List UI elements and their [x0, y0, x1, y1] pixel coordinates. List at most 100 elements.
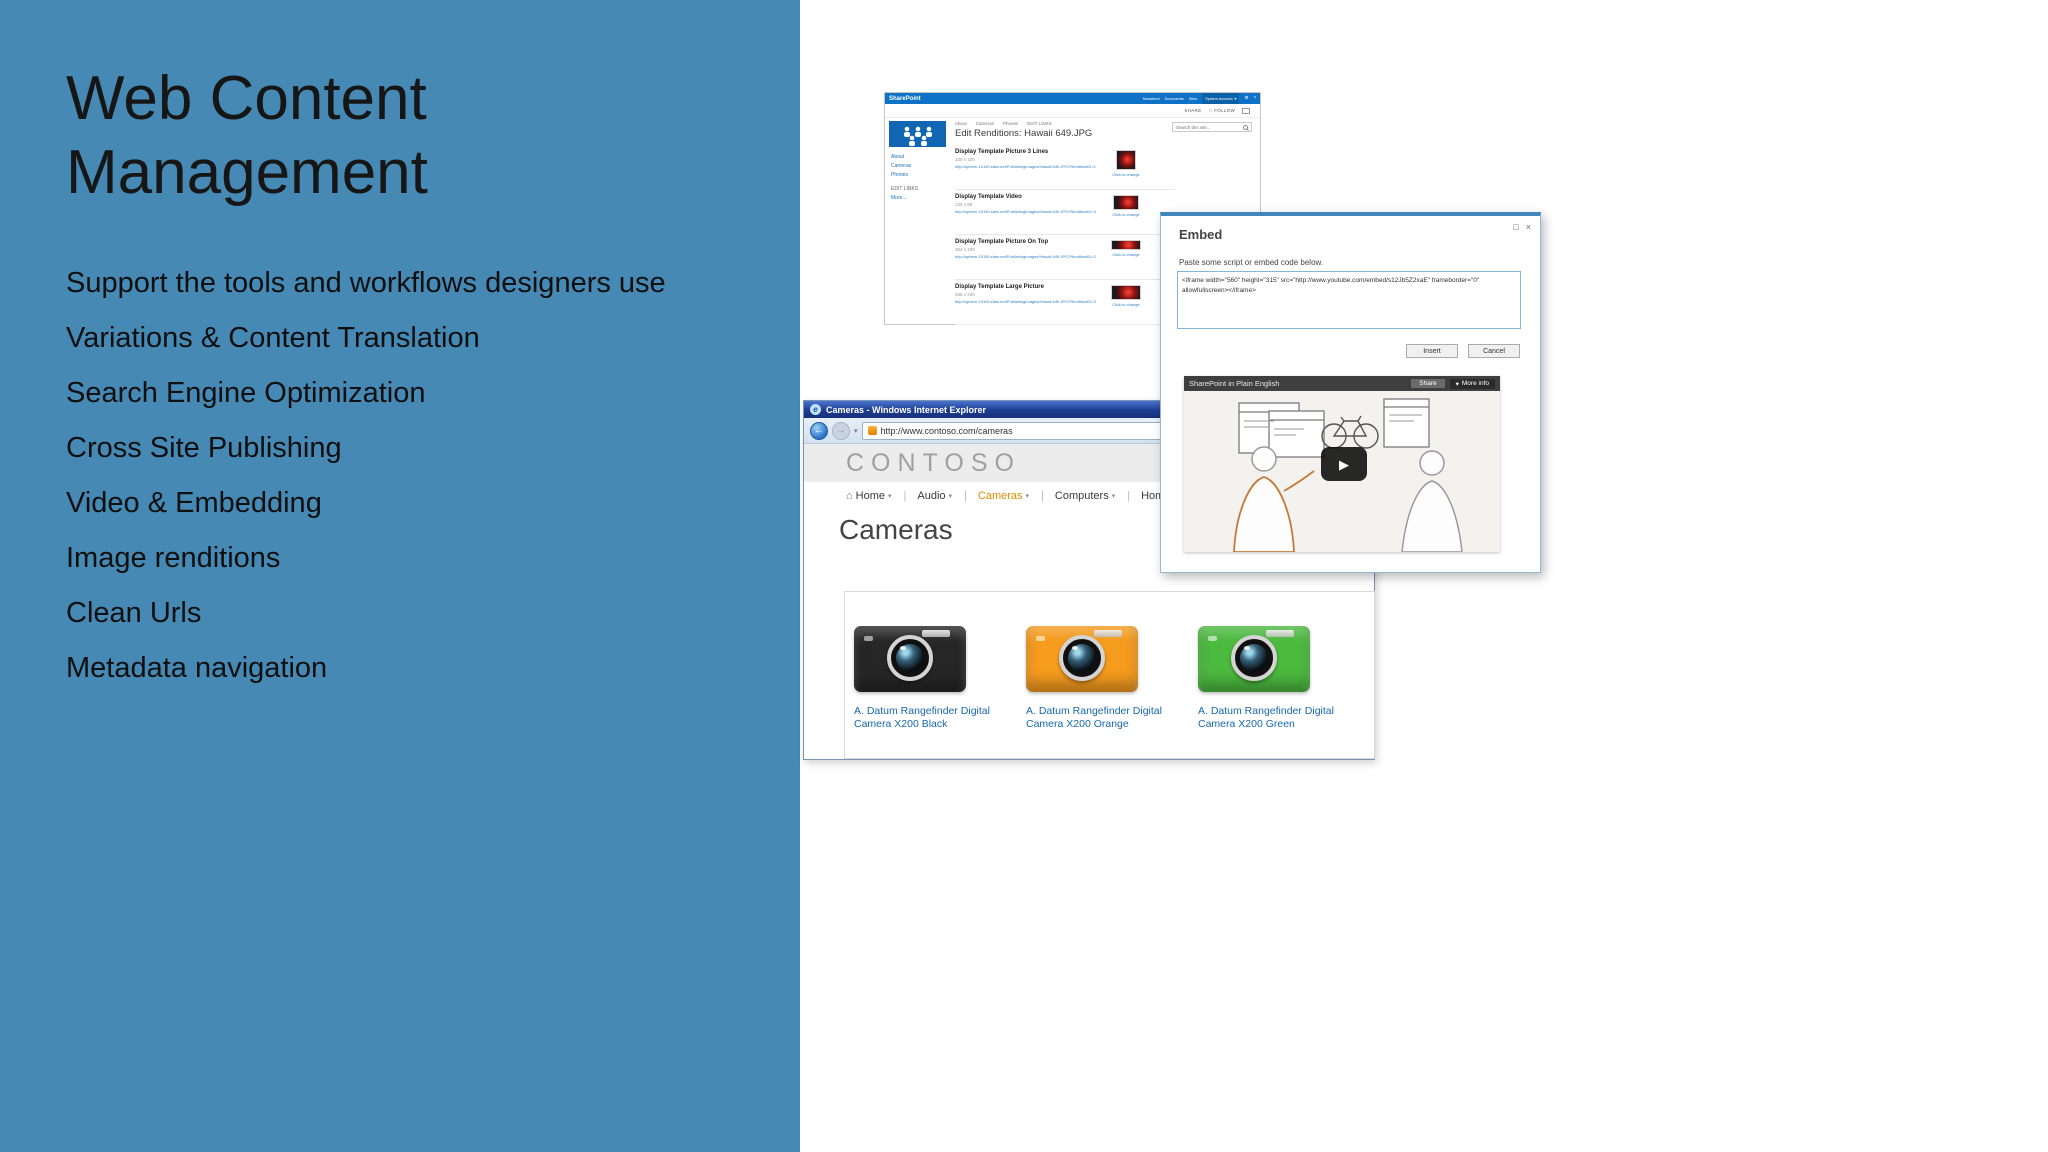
product-link[interactable]: A. Datum Rangefinder Digital Camera X200…: [854, 705, 1004, 731]
nav-label: Computers: [1054, 489, 1109, 502]
page-heading: Cameras: [839, 514, 953, 545]
rendition-url[interactable]: http://sphere-10150.sites.net/Publishing…: [955, 254, 1103, 259]
favicon: [867, 426, 877, 435]
dialog-buttons: Insert Cancel: [1406, 344, 1520, 358]
chevron-down-icon: ▾: [888, 492, 892, 500]
chevron-down-icon[interactable]: ▾: [854, 427, 858, 435]
help-icon[interactable]: ?: [1253, 96, 1256, 101]
account-name: System Account: [1205, 96, 1233, 101]
embed-code-input[interactable]: <iframe width="560" height="315" src="ht…: [1177, 271, 1521, 329]
breadcrumb-item[interactable]: Cameras: [976, 121, 994, 126]
breadcrumb-item[interactable]: About: [955, 121, 967, 126]
play-button[interactable]: ▶: [1321, 447, 1367, 481]
page-title: Web Content Management: [66, 64, 428, 207]
chevron-down-icon: ▾: [1111, 492, 1116, 500]
star-icon: ☆: [1208, 107, 1214, 114]
camera-shutter: [1094, 630, 1122, 637]
rendition-thumbnail[interactable]: [1113, 195, 1139, 210]
chevron-down-icon: ▾: [948, 492, 953, 500]
sidebar-item-phones[interactable]: Phones: [891, 171, 951, 180]
camera-flash: [864, 636, 873, 641]
product-link[interactable]: A. Datum Rangefinder Digital Camera X200…: [1026, 705, 1176, 731]
insert-button[interactable]: Insert: [1406, 344, 1458, 358]
share-button[interactable]: Share: [1411, 379, 1445, 388]
rendition-title: Display Template Video: [955, 194, 1022, 200]
breadcrumb: About Cameras Phones EDIT LINKS: [955, 121, 1052, 126]
rendition-title: Display Template Picture On Top: [955, 239, 1049, 245]
rendition-size: 304 x 100: [955, 247, 975, 252]
sidebar-item-more[interactable]: More...: [891, 194, 951, 203]
back-button[interactable]: ←: [810, 421, 828, 440]
maximize-icon[interactable]: □: [1513, 222, 1518, 232]
follow-button[interactable]: ☆FOLLOW: [1208, 108, 1235, 114]
nav-item-audio[interactable]: Audio ▾: [917, 490, 967, 502]
product-card: A. Datum Rangefinder Digital Camera X200…: [1198, 626, 1348, 731]
sidebar-item-edit-links[interactable]: EDIT LINKS: [891, 185, 951, 194]
dialog-instruction: Paste some script or embed code below.: [1179, 258, 1324, 267]
chevron-down-icon: ▾: [1025, 492, 1030, 500]
embed-dialog: □ × Embed Paste some script or embed cod…: [1160, 212, 1541, 573]
people-icon: [904, 126, 932, 146]
play-icon: ▶: [1339, 456, 1349, 472]
bullet-item: Image renditions: [66, 542, 281, 574]
click-to-change-link[interactable]: Click to change: [1110, 212, 1142, 217]
bullet-list: Support the tools and workflows designer…: [66, 256, 766, 696]
breadcrumb-item[interactable]: EDIT LINKS: [1027, 121, 1051, 126]
product-image-camera-orange[interactable]: [1026, 626, 1138, 692]
edit-icon[interactable]: [1242, 107, 1250, 114]
rendition-thumbnail[interactable]: [1116, 150, 1136, 170]
product-card: A. Datum Rangefinder Digital Camera X200…: [854, 626, 1004, 731]
camera-shutter: [1266, 630, 1294, 637]
search-box: [1172, 122, 1252, 132]
product-link[interactable]: A. Datum Rangefinder Digital Camera X200…: [1198, 705, 1348, 731]
dialog-controls: □ ×: [1513, 222, 1531, 232]
more-info-button[interactable]: ▾ More info: [1449, 378, 1495, 389]
search-icon[interactable]: [1243, 124, 1248, 130]
suite-links: Newsfeed Documents Sites System Account …: [1143, 93, 1256, 104]
slide-left-panel: Web Content Management Support the tools…: [0, 0, 800, 1152]
rendition-thumbnail[interactable]: [1111, 285, 1141, 300]
cancel-button[interactable]: Cancel: [1468, 344, 1520, 358]
rendition-url[interactable]: http://sphere-10150.sites.net/Publishing…: [955, 299, 1103, 304]
dialog-title: Embed: [1179, 227, 1223, 242]
search-input[interactable]: [1176, 124, 1241, 130]
nav-item-cameras[interactable]: Cameras ▾: [978, 490, 1044, 502]
sharepoint-page-title: Edit Renditions: Hawaii 649.JPG: [955, 128, 1093, 139]
account-menu[interactable]: System Account ▾: [1202, 93, 1240, 104]
suite-link-documents[interactable]: Documents: [1165, 97, 1184, 101]
renditions-list: Display Template Picture 3 Lines 100 x 1…: [955, 145, 1175, 325]
site-logo-text: CONTOSO: [846, 448, 1021, 477]
click-to-change-link[interactable]: Click to change: [1110, 302, 1142, 307]
rendition-url[interactable]: http://sphere-10150.sites.net/Publishing…: [955, 209, 1103, 214]
forward-button[interactable]: →: [832, 421, 850, 440]
rendition-thumbnail-wrap: Click to change: [1110, 240, 1142, 257]
bullet-item: Support the tools and workflows designer…: [66, 267, 666, 299]
product-image-camera-black[interactable]: [854, 626, 966, 692]
close-icon[interactable]: ×: [1526, 222, 1531, 232]
click-to-change-link[interactable]: Click to change: [1110, 172, 1142, 177]
rendition-thumbnail[interactable]: [1111, 240, 1141, 250]
rendition-section: Display Template Large Picture 468 x 220…: [955, 280, 1175, 325]
sharepoint-suite-bar: SharePoint Newsfeed Documents Sites Syst…: [885, 93, 1260, 104]
nav-label: Home: [855, 489, 885, 502]
breadcrumb-item[interactable]: Phones: [1003, 121, 1018, 126]
product-image-camera-green[interactable]: [1198, 626, 1310, 692]
nav-label: Cameras: [977, 489, 1023, 502]
nav-item-computers[interactable]: Computers ▾: [1055, 490, 1130, 502]
sharepoint-brand: SharePoint: [889, 95, 921, 102]
camera-flash: [1036, 636, 1045, 641]
sidebar-item-about[interactable]: About: [891, 153, 951, 162]
gear-icon[interactable]: ⚙: [1244, 96, 1248, 101]
suite-link-sites[interactable]: Sites: [1189, 97, 1197, 101]
share-button[interactable]: SHARE: [1184, 108, 1201, 113]
nav-item-home[interactable]: ⌂ Home ▾: [846, 490, 906, 502]
url-text: http://www.contoso.com/cameras: [880, 425, 1013, 436]
follow-label: FOLLOW: [1214, 107, 1235, 113]
bullet-item: Search Engine Optimization: [66, 377, 426, 409]
suite-link-newsfeed[interactable]: Newsfeed: [1143, 97, 1160, 101]
rendition-url[interactable]: http://sphere-10150.sites.net/Publishing…: [955, 164, 1103, 169]
forward-arrow-icon: →: [836, 425, 846, 436]
click-to-change-link[interactable]: Click to change: [1110, 252, 1142, 257]
sidebar-item-cameras[interactable]: Cameras: [891, 162, 951, 171]
site-logo[interactable]: [889, 121, 946, 147]
